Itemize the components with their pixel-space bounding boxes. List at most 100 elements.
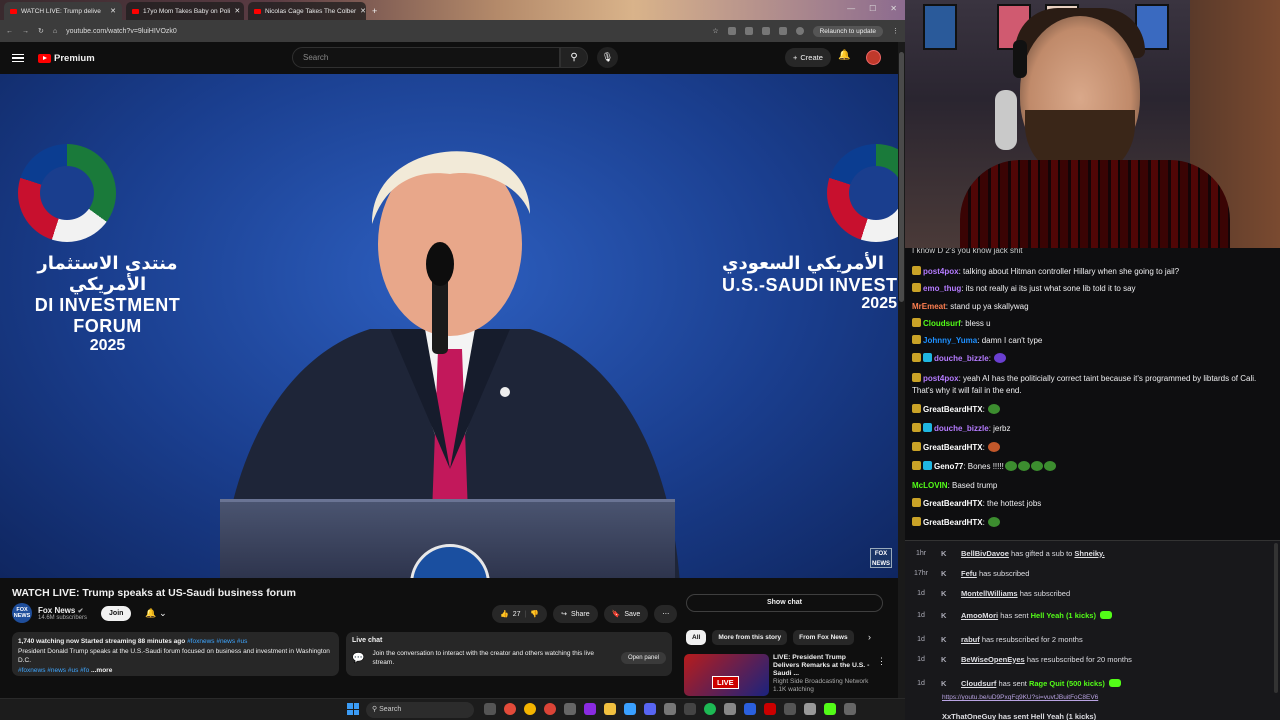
profile-icon[interactable] (795, 27, 804, 35)
close-icon[interactable]: ✕ (110, 7, 116, 15)
app-icon[interactable] (764, 703, 776, 715)
chat-username[interactable]: MrEmeat (912, 302, 946, 311)
app-icon[interactable] (584, 703, 596, 715)
taskbar-search[interactable]: ⚲ Search (366, 702, 474, 718)
chat-username[interactable]: emo_thug (923, 284, 961, 293)
extension-icon[interactable] (727, 27, 736, 35)
chat-username[interactable]: Cloudsurf (923, 319, 961, 328)
chat-username[interactable]: douche_bizzle (934, 424, 989, 433)
chat-username[interactable]: Johnny_Yuma (923, 336, 977, 345)
like-button[interactable]: 👍 27 | 👎 (492, 605, 548, 623)
subscription-bell-icon[interactable]: 🔔 ⌄ (145, 608, 166, 619)
reload-icon[interactable]: ↻ (38, 27, 44, 35)
more-actions-button[interactable]: ⋯ (654, 605, 678, 623)
thumbs-down-icon[interactable]: 👎 (530, 610, 539, 618)
chat-username[interactable]: post4pox (923, 267, 959, 276)
feed-username[interactable]: BeWiseOpenEyes (961, 655, 1025, 664)
scrollbar-thumb[interactable] (899, 52, 904, 302)
app-icon[interactable] (664, 703, 676, 715)
chrome-icon[interactable] (544, 703, 556, 715)
feed-username[interactable]: AmooMori (961, 611, 998, 620)
app-icon[interactable] (644, 703, 656, 715)
page-scrollbar[interactable] (898, 42, 905, 698)
youtube-logo[interactable]: Premium (38, 53, 95, 64)
back-icon[interactable]: ← (6, 28, 13, 35)
close-icon[interactable]: ✕ (360, 7, 366, 15)
chevron-right-icon[interactable]: › (868, 632, 871, 642)
extension-icon[interactable] (744, 27, 753, 35)
star-icon[interactable]: ☆ (712, 27, 718, 35)
extension-icon[interactable] (778, 27, 787, 35)
feed-username[interactable]: MontellWilliams (961, 589, 1018, 598)
description-meta-tags[interactable]: #foxnews #news #us (187, 638, 247, 645)
close-icon[interactable]: ✕ (234, 7, 240, 15)
feed-link[interactable]: https://youtu.be/uD9PxqFq9KU?si=vuvtJBui… (942, 694, 1098, 701)
app-icon[interactable] (844, 703, 856, 715)
video-player[interactable]: منتدى الاستثمار الأمريكي DI INVESTMENT F… (0, 74, 898, 578)
chrome-icon[interactable] (524, 703, 536, 715)
extension-icon[interactable] (761, 27, 770, 35)
chip-all[interactable]: All (686, 630, 707, 645)
recommended-thumbnail[interactable]: LIVE (684, 654, 769, 696)
open-panel-button[interactable]: Open panel (620, 652, 666, 664)
recommended-video[interactable]: LIVE LIVE: President Trump Delivers Rema… (684, 654, 873, 696)
search-button[interactable]: ⚲ (560, 47, 588, 68)
relaunch-button[interactable]: Relaunch to update (812, 25, 883, 37)
feed-username[interactable]: rabuf (961, 635, 980, 644)
notifications-bell-icon[interactable]: 🔔 (838, 50, 850, 61)
folder-icon[interactable] (604, 703, 616, 715)
feed-username[interactable]: Cloudsurf (961, 679, 996, 688)
chip-more-from-story[interactable]: More from this story (712, 630, 788, 645)
kebab-menu-icon[interactable]: ⋮ (877, 656, 886, 667)
windows-start-icon[interactable] (347, 703, 359, 715)
user-avatar[interactable] (866, 50, 881, 65)
channel-avatar[interactable]: FOX NEWS (12, 603, 32, 623)
chat-username[interactable]: Geno77 (934, 462, 963, 471)
show-chat-button[interactable]: Show chat (686, 594, 883, 612)
search-input[interactable]: Search (292, 47, 560, 68)
description-tags[interactable]: #foxnews #news #us #fo (18, 667, 89, 674)
share-button[interactable]: ↪ Share (553, 605, 598, 623)
spotify-icon[interactable] (704, 703, 716, 715)
recommended-channel[interactable]: Right Side Broadcasting Network (773, 678, 873, 686)
app-icon[interactable] (564, 703, 576, 715)
chat-username[interactable]: McLOVIN (912, 481, 948, 490)
browser-tab[interactable]: Nicolas Cage Takes The Colber ✕ (248, 2, 366, 20)
create-button[interactable]: + Create (785, 48, 831, 67)
hamburger-menu-icon[interactable] (12, 53, 24, 63)
chat-username[interactable]: post4pox (923, 374, 959, 383)
forward-icon[interactable]: → (22, 28, 29, 35)
app-icon[interactable] (684, 703, 696, 715)
app-icon[interactable] (724, 703, 736, 715)
home-icon[interactable]: ⌂ (53, 28, 57, 35)
url-field[interactable]: youtube.com/watch?v=9luiHIVOzk0 (66, 28, 703, 35)
close-window-icon[interactable]: ✕ (890, 4, 897, 13)
join-button[interactable]: Join (101, 605, 132, 621)
channel-name[interactable]: Fox News ✔ (38, 606, 87, 615)
voice-search-button[interactable]: 🎙 (597, 47, 618, 68)
menu-icon[interactable]: ⋮ (892, 27, 899, 35)
maximize-icon[interactable]: ☐ (869, 4, 876, 13)
chat-username[interactable]: GreatBeardHTX (923, 499, 983, 508)
chat-username[interactable]: douche_bizzle (934, 354, 989, 363)
new-tab-button[interactable]: + (372, 2, 377, 20)
minimize-icon[interactable]: — (847, 4, 855, 13)
app-icon[interactable] (744, 703, 756, 715)
browser-tab[interactable]: 17yo Mom Takes Baby on Poli ✕ (126, 2, 244, 20)
app-icon[interactable] (624, 703, 636, 715)
video-description[interactable]: 1,740 watching now Started streaming 88 … (12, 632, 339, 676)
app-icon[interactable] (784, 703, 796, 715)
chip-from-fox-news[interactable]: From Fox News (793, 630, 854, 645)
app-icon[interactable] (824, 703, 836, 715)
recommended-title[interactable]: LIVE: President Trump Delivers Remarks a… (773, 654, 873, 678)
task-view-icon[interactable] (484, 703, 496, 715)
chat-username[interactable]: GreatBeardHTX (923, 518, 983, 527)
feed-username[interactable]: Fefu (961, 569, 977, 578)
app-icon[interactable] (804, 703, 816, 715)
save-button[interactable]: 🔖 Save (603, 605, 649, 623)
browser-app-icon[interactable] (504, 703, 516, 715)
feed-username[interactable]: BellBivDavoe (961, 549, 1009, 558)
chat-username[interactable]: GreatBeardHTX (923, 405, 983, 414)
more-link[interactable]: ...more (91, 667, 112, 674)
chat-username[interactable]: GreatBeardHTX (923, 443, 983, 452)
